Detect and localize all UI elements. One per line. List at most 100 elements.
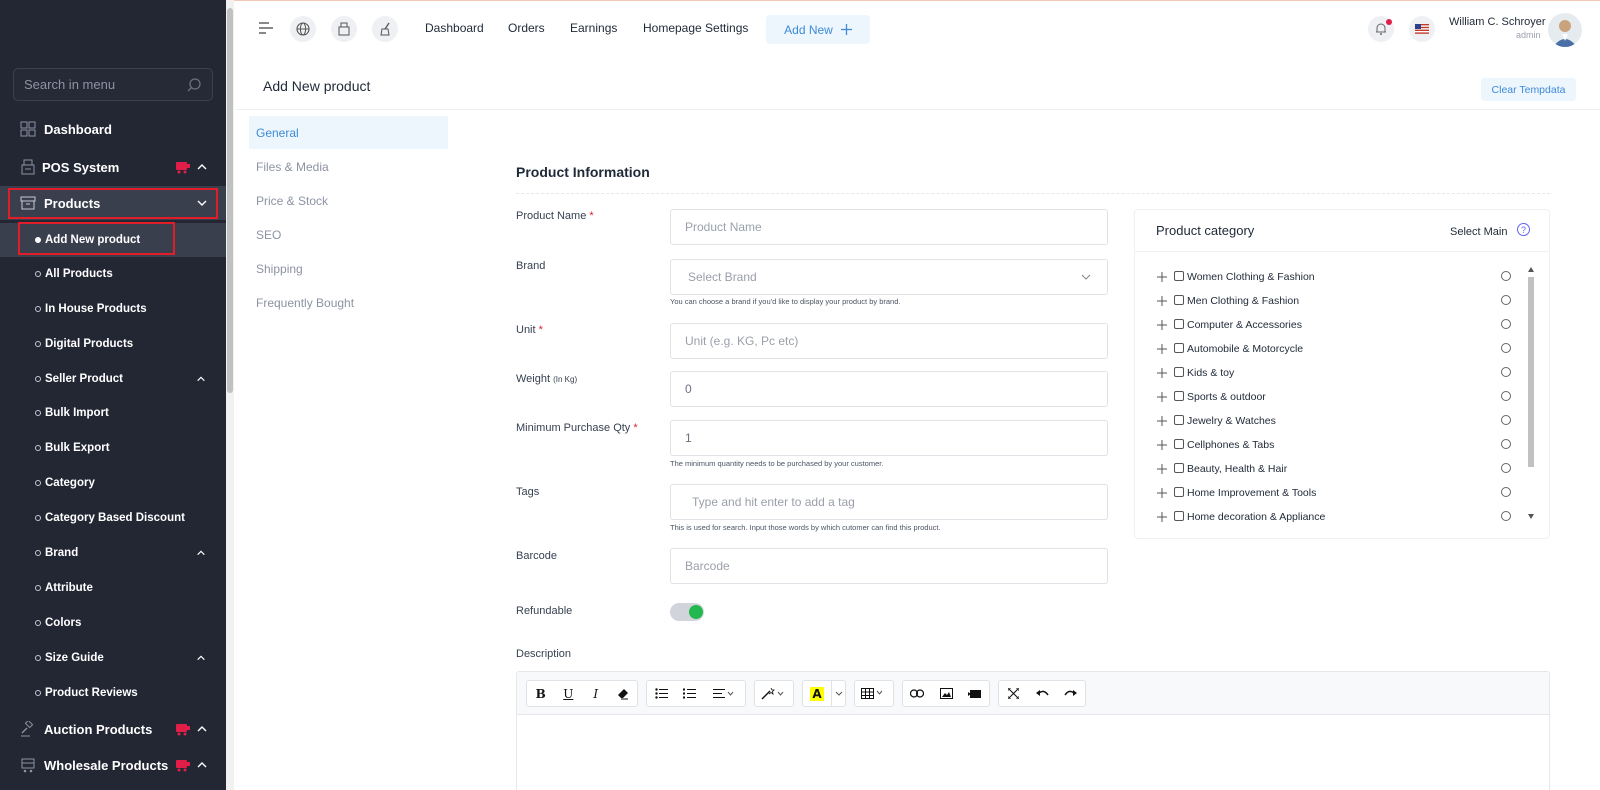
tab-general[interactable]: General [249,116,448,149]
main-category-radio[interactable] [1501,367,1511,377]
link-button[interactable] [903,681,932,706]
image-button[interactable] [932,681,961,706]
tab-files-media[interactable]: Files & Media [249,150,448,183]
redo-button[interactable] [1056,681,1085,706]
sidebar-subitem-all-products[interactable]: All Products [0,257,226,291]
main-category-radio[interactable] [1501,463,1511,473]
main-category-radio[interactable] [1501,487,1511,497]
sidebar-subitem-product-reviews[interactable]: Product Reviews [0,676,226,710]
refundable-toggle[interactable] [670,603,704,621]
main-category-radio[interactable] [1501,343,1511,353]
numbered-list-button[interactable] [675,681,703,706]
main-category-radio[interactable] [1501,439,1511,449]
expand-plus-icon[interactable] [1157,512,1167,522]
category-checkbox[interactable] [1174,367,1184,377]
scroll-up-arrow-icon[interactable] [1528,267,1534,272]
category-checkbox[interactable] [1174,319,1184,329]
category-checkbox[interactable] [1174,463,1184,473]
sidebar-item-pos-system[interactable]: POS System [0,150,226,184]
top-link-dashboard[interactable]: Dashboard [425,21,484,35]
expand-plus-icon[interactable] [1157,464,1167,474]
sidebar-scrollbar[interactable] [226,0,234,790]
product-name-field[interactable]: Product Name [670,209,1108,245]
tags-field[interactable]: Type and hit enter to add a tag [670,484,1108,520]
sidebar-subitem-attribute[interactable]: Attribute [0,571,226,605]
italic-button[interactable]: I [582,681,610,706]
sidebar-item-wholesale-products[interactable]: Wholesale Products [0,748,226,782]
sidebar-subitem-in-house-products[interactable]: In House Products [0,292,226,326]
sidebar-subitem-bulk-export[interactable]: Bulk Export [0,431,226,465]
category-checkbox[interactable] [1174,487,1184,497]
top-link-earnings[interactable]: Earnings [570,21,617,35]
avatar[interactable] [1548,13,1582,47]
bullet-list-button[interactable] [647,681,675,706]
help-icon[interactable]: ? [1517,223,1530,236]
expand-plus-icon[interactable] [1157,320,1167,330]
category-checkbox[interactable] [1174,295,1184,305]
tab-frequently-bought[interactable]: Frequently Bought [249,286,448,319]
top-link-homepage-settings[interactable]: Homepage Settings [643,21,748,35]
style-dropdown-button[interactable] [755,681,793,706]
scrollbar-thumb[interactable] [1528,277,1534,467]
fullscreen-button[interactable] [999,681,1028,706]
category-scrollbar[interactable] [1527,267,1535,519]
expand-plus-icon[interactable] [1157,416,1167,426]
sidebar-subitem-colors[interactable]: Colors [0,606,226,640]
clear-cache-button[interactable] [372,16,398,42]
category-checkbox[interactable] [1174,391,1184,401]
expand-plus-icon[interactable] [1157,272,1167,282]
scroll-down-arrow-icon[interactable] [1528,514,1534,519]
menu-toggle-icon[interactable] [258,21,274,35]
align-dropdown-button[interactable] [703,681,745,706]
undo-button[interactable] [1028,681,1057,706]
expand-plus-icon[interactable] [1157,368,1167,378]
expand-plus-icon[interactable] [1157,344,1167,354]
weight-field[interactable]: 0 [670,371,1108,407]
sidebar-subitem-category-based-discount[interactable]: Category Based Discount [0,501,226,535]
tab-shipping[interactable]: Shipping [249,252,448,285]
clear-tempdata-button[interactable]: Clear Tempdata [1481,78,1576,101]
sidebar-subitem-category[interactable]: Category [0,466,226,500]
clear-format-button[interactable] [610,681,638,706]
main-category-radio[interactable] [1501,391,1511,401]
sidebar-subitem-brand[interactable]: Brand [0,536,226,570]
text-color-button[interactable]: A [803,681,831,706]
sidebar-item-dashboard[interactable]: Dashboard [0,112,226,146]
tab-price-stock[interactable]: Price & Stock [249,184,448,217]
expand-plus-icon[interactable] [1157,440,1167,450]
main-category-radio[interactable] [1501,271,1511,281]
category-checkbox[interactable] [1174,271,1184,281]
notifications-button[interactable] [1368,16,1394,42]
sidebar-subitem-seller-product[interactable]: Seller Product [0,362,226,396]
category-checkbox[interactable] [1174,415,1184,425]
brand-select[interactable]: Select Brand [670,259,1108,295]
main-category-radio[interactable] [1501,319,1511,329]
description-content-area[interactable] [517,716,1549,790]
expand-plus-icon[interactable] [1157,392,1167,402]
category-checkbox[interactable] [1174,439,1184,449]
bold-button[interactable]: B [527,681,555,706]
table-dropdown-button[interactable] [855,681,893,706]
globe-button[interactable] [290,16,316,42]
pos-button[interactable] [331,16,357,42]
menu-search-input[interactable] [14,69,212,100]
sidebar-subitem-size-guide[interactable]: Size Guide [0,641,226,675]
color-dropdown-button[interactable] [831,681,845,706]
sidebar-subitem-bulk-import[interactable]: Bulk Import [0,396,226,430]
expand-plus-icon[interactable] [1157,296,1167,306]
main-category-radio[interactable] [1501,415,1511,425]
video-button[interactable] [960,681,989,706]
top-link-orders[interactable]: Orders [508,21,545,35]
underline-button[interactable]: U [555,681,583,706]
add-new-button[interactable]: Add New [766,15,870,44]
scrollbar-thumb[interactable] [227,8,233,393]
user-name[interactable]: William C. Schroyer [1449,16,1546,28]
main-category-radio[interactable] [1501,511,1511,521]
barcode-field[interactable]: Barcode [670,548,1108,584]
search-icon[interactable] [186,77,202,93]
expand-plus-icon[interactable] [1157,488,1167,498]
min-qty-field[interactable]: 1 [670,420,1108,456]
sidebar-subitem-digital-products[interactable]: Digital Products [0,327,226,361]
unit-field[interactable]: Unit (e.g. KG, Pc etc) [670,323,1108,359]
category-checkbox[interactable] [1174,511,1184,521]
